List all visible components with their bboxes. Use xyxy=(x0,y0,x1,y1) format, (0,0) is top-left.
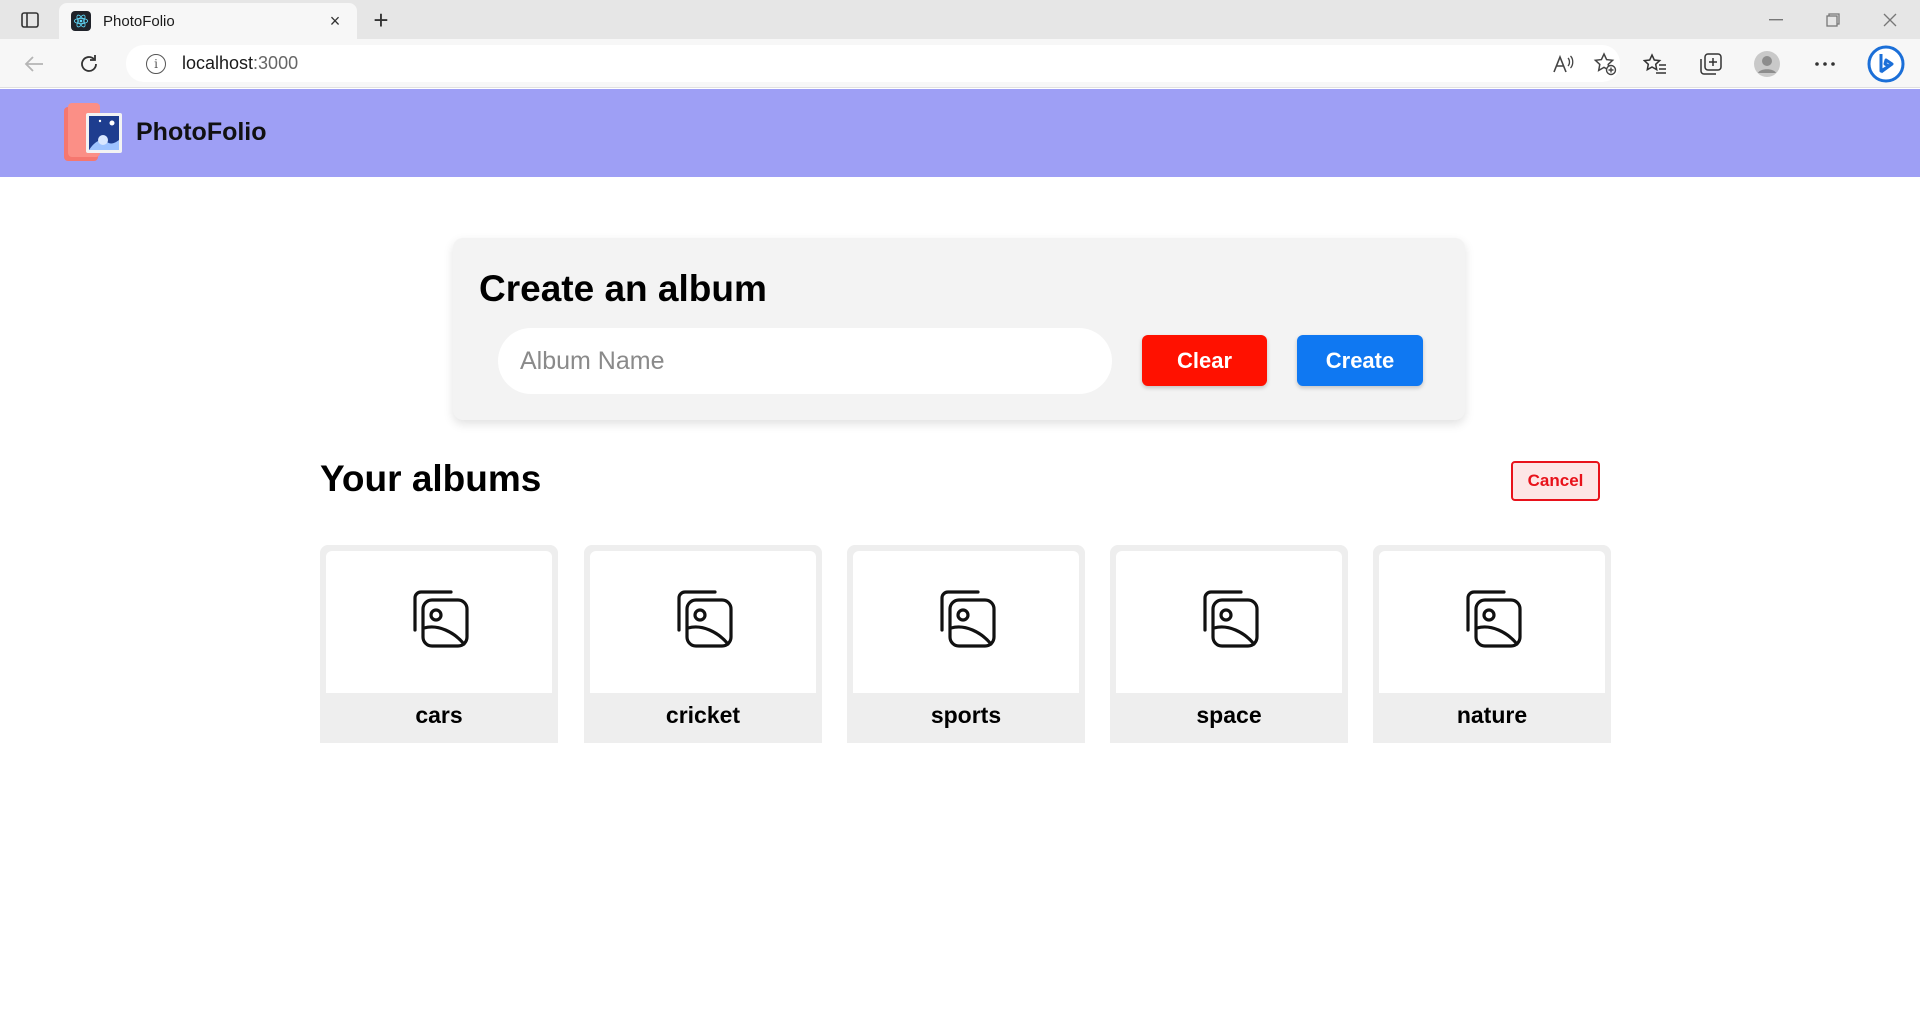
album-card[interactable]: sports xyxy=(847,545,1085,743)
browser-toolbar: i localhost:3000 xyxy=(0,39,1920,88)
album-thumbnail xyxy=(853,551,1079,693)
tab-title: PhotoFolio xyxy=(103,12,175,30)
album-gallery-icon xyxy=(407,588,471,657)
site-info-icon[interactable]: i xyxy=(146,53,166,74)
reload-icon[interactable] xyxy=(73,49,105,79)
collections-icon[interactable] xyxy=(1696,50,1726,78)
your-albums-title: Your albums xyxy=(320,458,542,499)
album-thumbnail xyxy=(326,551,552,693)
new-tab-button[interactable]: + xyxy=(366,5,396,35)
create-album-title: Create an album xyxy=(479,268,767,309)
address-bar[interactable]: i localhost:3000 xyxy=(126,45,1620,82)
browser-tab-bar: PhotoFolio × + xyxy=(0,0,1920,39)
album-name-input[interactable] xyxy=(498,328,1112,394)
profile-avatar-icon[interactable] xyxy=(1752,50,1782,78)
read-aloud-icon[interactable] xyxy=(1550,51,1576,77)
create-album-card: Create an album Clear Create xyxy=(453,238,1465,420)
browser-tab-active[interactable]: PhotoFolio × xyxy=(59,3,357,39)
album-gallery-icon xyxy=(934,588,998,657)
album-name: nature xyxy=(1456,702,1528,728)
more-options-icon[interactable] xyxy=(1810,50,1840,78)
app-header: PhotoFolio xyxy=(0,89,1920,177)
album-thumbnail xyxy=(1379,551,1605,693)
album-gallery-icon xyxy=(671,588,735,657)
album-name: sports xyxy=(930,702,1002,728)
minimize-icon[interactable] xyxy=(1748,0,1804,39)
album-name: cricket xyxy=(665,702,741,728)
album-thumbnail xyxy=(1116,551,1342,693)
restore-icon[interactable] xyxy=(1805,0,1861,39)
album-thumbnail xyxy=(590,551,816,693)
tab-actions-icon[interactable] xyxy=(14,7,46,33)
clear-button[interactable]: Clear xyxy=(1142,335,1267,386)
tab-close-icon[interactable]: × xyxy=(325,11,345,32)
favorites-icon[interactable] xyxy=(1640,50,1670,78)
album-gallery-icon xyxy=(1197,588,1261,657)
album-name: space xyxy=(1196,702,1262,728)
create-button[interactable]: Create xyxy=(1297,335,1423,386)
url-text: localhost:3000 xyxy=(182,53,299,73)
react-favicon-icon xyxy=(71,11,91,31)
back-arrow-icon[interactable] xyxy=(18,49,50,79)
window-close-icon[interactable] xyxy=(1862,0,1918,39)
album-gallery-icon xyxy=(1460,588,1524,657)
album-card[interactable]: space xyxy=(1110,545,1348,743)
album-card[interactable]: cricket xyxy=(584,545,822,743)
cancel-button[interactable]: Cancel xyxy=(1511,461,1600,501)
add-favorite-icon[interactable] xyxy=(1592,51,1618,77)
bing-copilot-icon[interactable] xyxy=(1866,44,1906,84)
album-card[interactable]: nature xyxy=(1373,545,1611,743)
brand-title[interactable]: PhotoFolio xyxy=(136,118,267,147)
album-card[interactable]: cars xyxy=(320,545,558,743)
album-name: cars xyxy=(415,702,463,728)
photofolio-logo-icon[interactable] xyxy=(62,101,124,165)
